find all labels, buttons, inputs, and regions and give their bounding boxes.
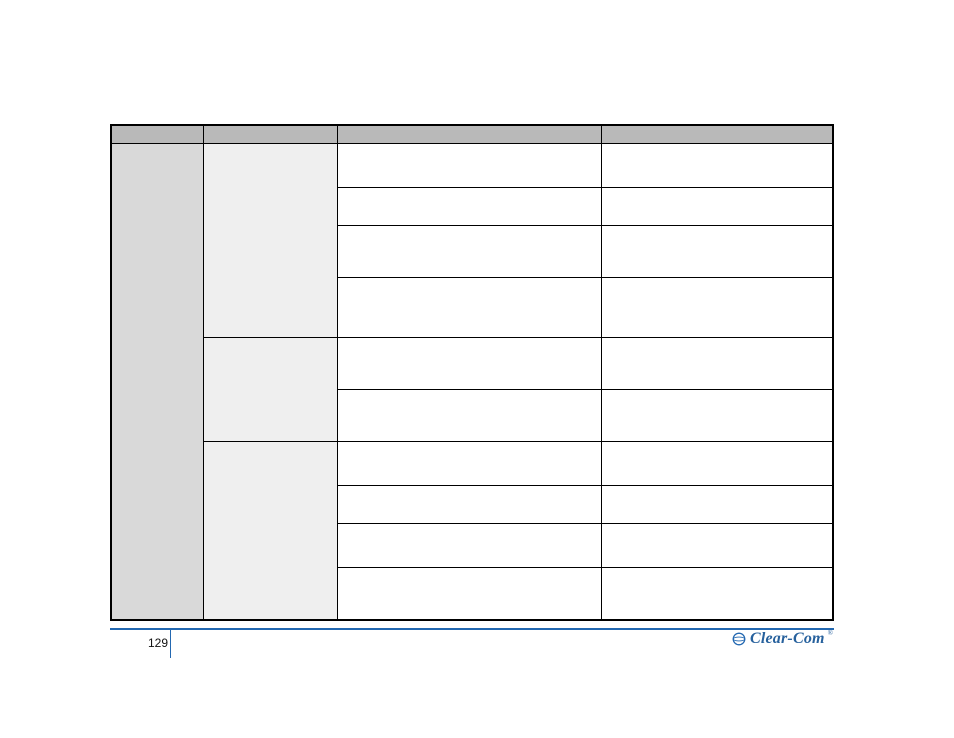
cell-c2: [338, 524, 602, 568]
cell-c3: [602, 524, 833, 568]
cell-c3: [602, 338, 833, 390]
table-header-row: [112, 126, 833, 144]
brand-logo: Clear-Com ®: [732, 630, 834, 648]
col-header-2: [338, 126, 602, 144]
cell-c3: [602, 278, 833, 338]
specs-table-container: [110, 124, 834, 621]
cell-c3: [602, 442, 833, 486]
cell-c3: [602, 568, 833, 620]
table-row: [112, 144, 833, 188]
cell-c2: [338, 390, 602, 442]
brand-name: Clear-Com: [750, 630, 825, 648]
page-number-divider: [170, 630, 171, 658]
cell-c2: [338, 226, 602, 278]
cell-c2: [338, 486, 602, 524]
table-row: [112, 338, 833, 390]
cell-c2: [338, 278, 602, 338]
globe-icon: [732, 632, 746, 646]
col-header-1: [204, 126, 338, 144]
footer-rule: [110, 628, 834, 630]
cell-c3: [602, 486, 833, 524]
cell-c3: [602, 144, 833, 188]
table-row: [112, 442, 833, 486]
cell-c2: [338, 144, 602, 188]
row-subgroup-label: [204, 144, 338, 338]
cell-c3: [602, 226, 833, 278]
cell-c2: [338, 188, 602, 226]
cell-c3: [602, 188, 833, 226]
specs-table: [111, 125, 833, 620]
cell-c2: [338, 442, 602, 486]
cell-c3: [602, 390, 833, 442]
brand-trademark: ®: [828, 629, 833, 637]
col-header-3: [602, 126, 833, 144]
row-subgroup-label: [204, 338, 338, 442]
cell-c2: [338, 338, 602, 390]
page-number: 129: [148, 636, 168, 650]
cell-c2: [338, 568, 602, 620]
col-header-0: [112, 126, 204, 144]
row-subgroup-label: [204, 442, 338, 620]
row-group-label: [112, 144, 204, 620]
